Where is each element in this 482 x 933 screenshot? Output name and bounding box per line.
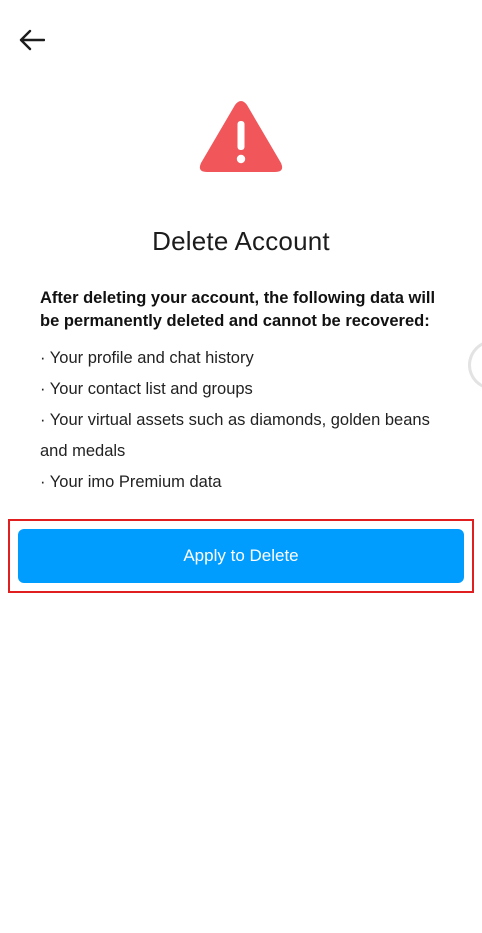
- list-item: · Your virtual assets such as diamonds, …: [40, 411, 430, 460]
- page-title: Delete Account: [152, 226, 330, 256]
- list-item: · Your contact list and groups: [40, 380, 253, 398]
- arrow-left-icon: [19, 29, 45, 51]
- list-item: · Your profile and chat history: [40, 349, 254, 367]
- warning-triangle-icon: [199, 101, 283, 172]
- intro-text: After deleting your account, the followi…: [40, 289, 436, 330]
- apply-to-delete-button[interactable]: Apply to Delete: [18, 529, 464, 583]
- edge-swipe-handle[interactable]: [468, 340, 482, 390]
- back-button[interactable]: [14, 22, 50, 58]
- list-item: · Your imo Premium data: [40, 473, 222, 491]
- deleted-data-list: · Your profile and chat history · Your c…: [40, 343, 440, 498]
